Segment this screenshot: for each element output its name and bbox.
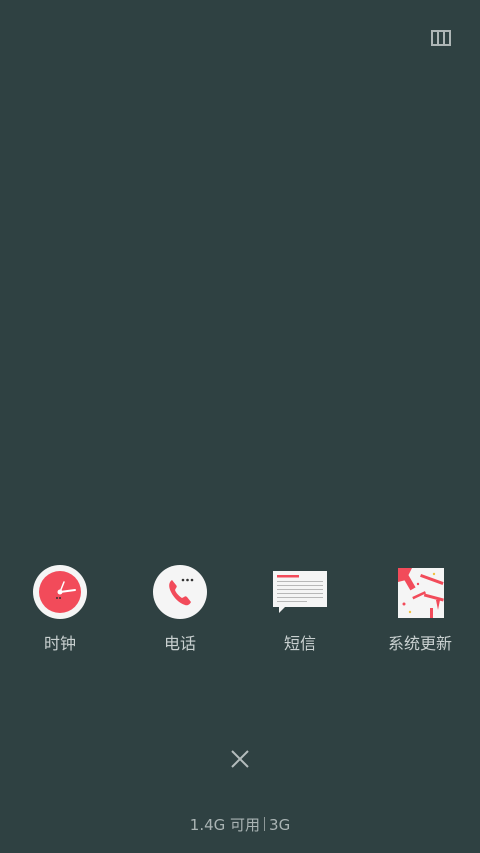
memory-status: 1.4G 可用 3G (0, 814, 480, 836)
clock-icon (30, 562, 90, 622)
app-system-update[interactable]: 系统更新 (360, 562, 480, 662)
app-clock[interactable]: 时钟 (0, 562, 120, 662)
message-icon (270, 562, 330, 622)
system-update-icon (390, 562, 450, 622)
status-divider (264, 817, 266, 831)
app-label-phone: 电话 (163, 634, 196, 653)
phone-icon (150, 562, 210, 622)
close-icon[interactable] (225, 744, 255, 774)
app-label-clock: 时钟 (43, 634, 76, 653)
recent-apps-row: 时钟 电话 短信 系统更新 (0, 562, 480, 662)
app-phone[interactable]: 电话 (120, 562, 240, 662)
network-type: 3G (269, 816, 291, 834)
recent-apps-screen: 时钟 电话 短信 系统更新 1.4G 可用 3G (0, 0, 480, 853)
recent-layout-icon[interactable] (428, 26, 454, 50)
app-messages[interactable]: 短信 (240, 562, 360, 662)
app-label-messages: 短信 (283, 634, 316, 653)
memory-available: 1.4G 可用 (189, 816, 261, 834)
app-label-system-update: 系统更新 (387, 634, 452, 653)
